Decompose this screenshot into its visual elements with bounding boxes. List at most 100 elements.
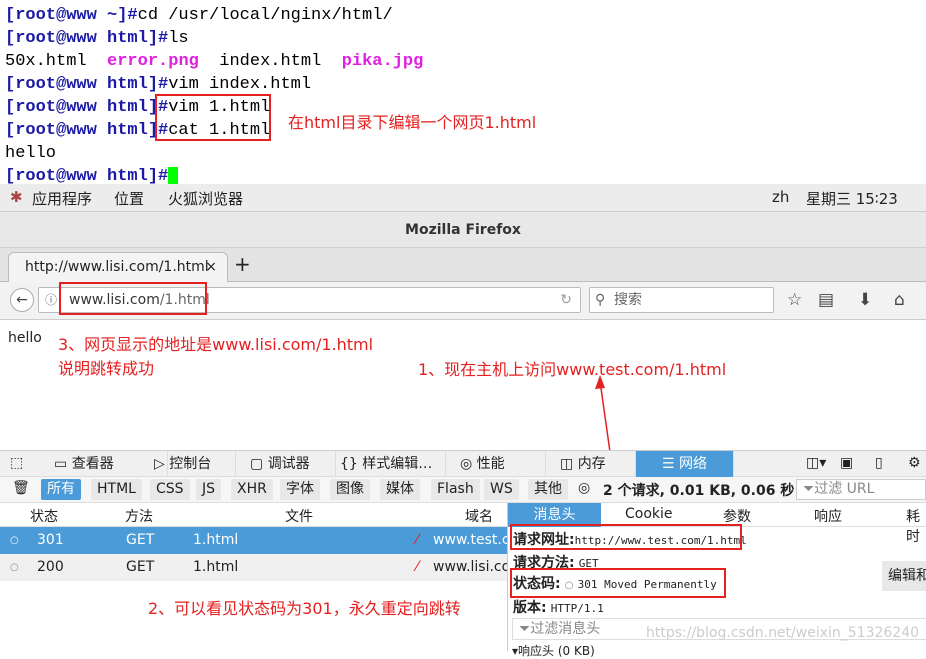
request-table-header: 状态 方法 文件 域名 [0, 503, 507, 527]
tab-label: 性能 [476, 456, 505, 472]
tab-console[interactable]: ▷ 控制台 [140, 451, 236, 477]
tab-label: 控制台 [169, 456, 212, 472]
row-status: 301 [37, 532, 64, 548]
tab-label: 网络 [679, 456, 708, 472]
annotation: 说明跳转成功 [58, 359, 155, 378]
menu-firefox[interactable]: 火狐浏览器 [168, 188, 243, 209]
tab-response[interactable]: 响应 [814, 506, 842, 526]
bookmark-star-icon[interactable]: ☆ [787, 290, 802, 310]
settings-icon[interactable]: ⚙ [908, 455, 921, 471]
search-placeholder: 搜索 [614, 292, 642, 308]
table-row[interactable]: ○ 301 GET 1.html ⁄ www.test.c [0, 527, 510, 554]
file: pika.jpg [341, 52, 424, 71]
tab-style-editor[interactable]: {} 样式编辑… [328, 451, 446, 477]
edit-resend-button[interactable]: 编辑和 [882, 561, 926, 591]
annotation: 1、现在主机上访问www.test.com/1.html [418, 360, 727, 379]
row-domain: www.test.c [433, 532, 510, 548]
table-row[interactable]: ○ 200 GET 1.html ⁄ www.lisi.co [0, 554, 510, 581]
nav-bar: ← ⓘ www.lisi.com/1.html ↻ ⚲ 搜索 ☆ ▤ ⬇ ⌂ [0, 282, 926, 320]
filter-html[interactable]: HTML [91, 479, 142, 500]
highlight-box [510, 524, 742, 550]
filter-media[interactable]: 媒体 [380, 479, 420, 500]
tab-cookie[interactable]: Cookie [625, 506, 673, 522]
tab-network[interactable]: ☰ 网络 [636, 451, 734, 477]
tab-performance[interactable]: ◎ 性能 [446, 451, 546, 477]
filter-js[interactable]: JS [196, 479, 222, 500]
prompt: [root@www ~]# [5, 6, 138, 25]
file: error.png [107, 52, 199, 71]
tab-timings[interactable]: 耗时 [906, 506, 926, 546]
filter-css[interactable]: CSS [150, 479, 190, 500]
column-domain[interactable]: 域名 [465, 506, 493, 526]
input-language[interactable]: zh [772, 188, 789, 206]
page-text: hello [8, 330, 42, 346]
download-icon[interactable]: ⬇ [858, 290, 872, 310]
info-icon[interactable]: ⓘ [45, 288, 57, 312]
status-dot-icon: ○ [10, 535, 19, 546]
new-tab-button[interactable]: + [234, 252, 251, 276]
menu-places[interactable]: 位置 [114, 188, 144, 209]
close-tab-icon[interactable]: × [205, 253, 217, 281]
browser-tab[interactable]: http://www.lisi.com/1.html × [8, 252, 228, 282]
performance-icon[interactable]: ◎ [578, 480, 590, 496]
highlight-box [59, 282, 207, 315]
tab-label: 查看器 [71, 456, 114, 472]
home-icon[interactable]: ⌂ [894, 290, 905, 310]
tab-label: 调试器 [267, 456, 310, 472]
insecure-lock-icon: ⁄ [416, 532, 419, 548]
annotation: 2、可以看见状态码为301，永久重定向跳转 [148, 599, 461, 618]
layout-icon[interactable]: ◫▾ [806, 455, 826, 471]
row-method: GET [126, 559, 155, 575]
tab-params[interactable]: 参数 [723, 506, 751, 526]
reload-icon[interactable]: ↻ [560, 288, 572, 312]
column-method[interactable]: 方法 [125, 506, 153, 526]
prompt: [root@www html]# [5, 75, 169, 94]
trash-icon[interactable]: 🗑 [12, 480, 30, 496]
split-console-icon[interactable]: ▣ [840, 455, 853, 471]
filter-flash[interactable]: Flash [431, 479, 480, 500]
window-title: Mozilla Firefox [0, 212, 926, 248]
filter-ws[interactable]: WS [484, 479, 519, 500]
filter-url-placeholder: 过滤 URL [814, 481, 875, 497]
highlight-box [510, 568, 726, 598]
search-input[interactable]: ⚲ 搜索 [589, 287, 774, 313]
filter-images[interactable]: 图像 [330, 479, 370, 500]
terminal-line: [root@www ~]#cd /usr/local/nginx/html/ [5, 4, 393, 27]
highlight-box [155, 94, 271, 141]
clock[interactable]: 星期三 15∶23 [806, 188, 898, 209]
devtools-tabs: ⬚ ▭ 查看器 ▷ 控制台 ▢ 调试器 {} 样式编辑… ◎ 性能 ◫ 内存 ☰… [0, 450, 926, 477]
filter-all[interactable]: 所有 [41, 479, 81, 500]
responsive-icon[interactable]: ▯ [875, 455, 883, 471]
tab-label: 内存 [577, 456, 606, 472]
tab-memory[interactable]: ◫ 内存 [546, 451, 636, 477]
row-method: GET [126, 532, 155, 548]
network-filter-bar: 🗑 所有 HTML CSS JS XHR 字体 图像 媒体 Flash WS 其… [0, 477, 926, 503]
filter-url-input[interactable]: ⏷过滤 URL [796, 479, 926, 500]
request-details-panel: 消息头 Cookie 参数 响应 耗时 请求网址:http://www.test… [507, 503, 926, 658]
terminal-line: 50x.html error.png index.html pika.jpg [5, 50, 423, 73]
prompt: [root@www html]# [5, 29, 169, 48]
row-file: 1.html [193, 532, 239, 548]
terminal[interactable]: [root@www ~]#cd /usr/local/nginx/html/ [… [0, 0, 926, 186]
bookmarks-list-icon[interactable]: ▤ [818, 290, 834, 310]
annotation: 在html目录下编辑一个网页1.html [288, 113, 537, 132]
label: 版本: [513, 600, 547, 616]
menu-applications[interactable]: 应用程序 [32, 188, 92, 209]
prompt: [root@www html]# [5, 121, 169, 140]
back-button[interactable]: ← [10, 288, 34, 312]
tab-label: 样式编辑… [362, 456, 433, 472]
picker-icon[interactable]: ⬚ [10, 455, 23, 471]
row-status: 200 [37, 559, 64, 575]
filter-xhr[interactable]: XHR [231, 479, 273, 500]
insecure-lock-icon: ⁄ [416, 559, 419, 575]
annotation: 3、网页显示的地址是www.lisi.com/1.html [58, 335, 374, 354]
filter-fonts[interactable]: 字体 [280, 479, 320, 500]
terminal-line: [root@www html]#vim index.html [5, 73, 311, 96]
section-label: 响应头 (0 KB) [518, 644, 595, 658]
column-file[interactable]: 文件 [285, 506, 313, 526]
filter-other[interactable]: 其他 [528, 479, 568, 500]
file: index.html [219, 52, 322, 71]
tab-debugger[interactable]: ▢ 调试器 [236, 451, 336, 477]
column-status[interactable]: 状态 [30, 506, 58, 526]
cursor [168, 166, 179, 185]
